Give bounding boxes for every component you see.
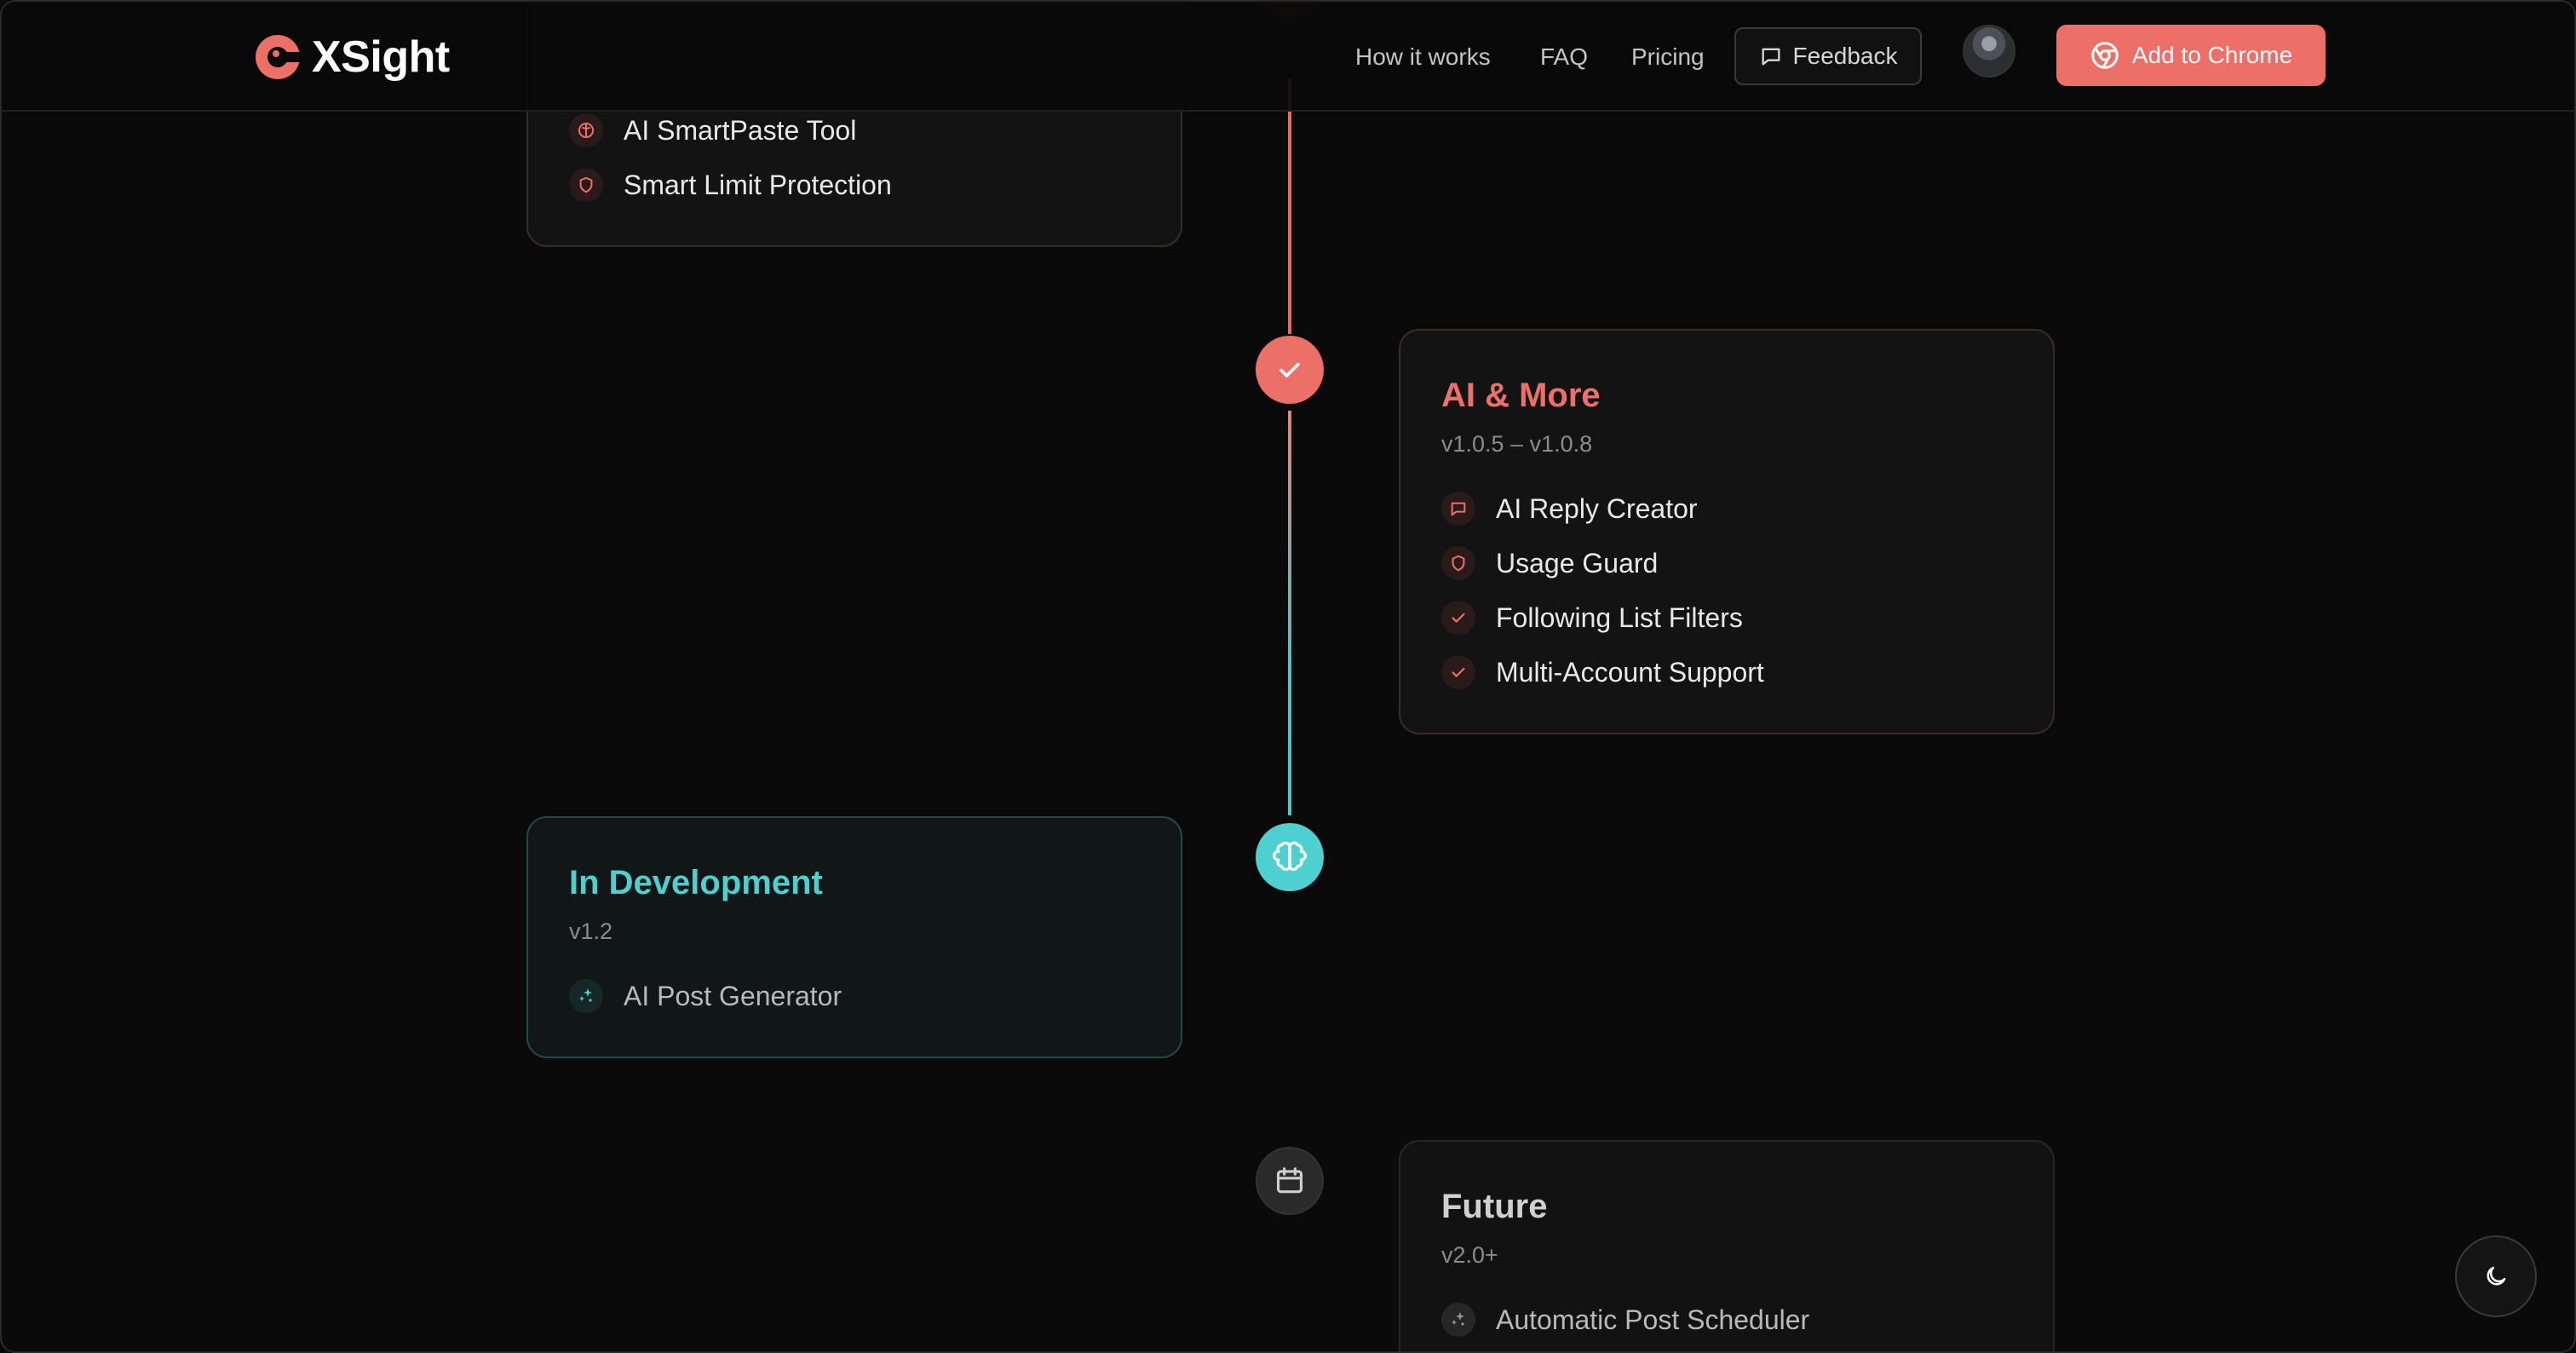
add-to-chrome-button[interactable]: Add to Chrome [2056,25,2326,86]
message-icon [1441,492,1475,526]
shield-icon [569,168,603,202]
timeline-line-progress [1288,411,1291,815]
check-icon [1441,655,1475,689]
card-title: In Development [569,864,823,901]
nav-link-label: How it works [1355,43,1491,70]
add-to-chrome-label: Add to Chrome [2131,42,2293,68]
timeline-line-completed [1288,78,1291,334]
feature-item: Automatic Post Scheduler [1441,1302,1809,1338]
card-title: AI & More [1441,377,1601,414]
feature-label: Smart Limit Protection [624,169,892,200]
moon-icon [2487,1266,2506,1286]
milestone-card-in-development: In Development v1.2 AI Post Generator [526,816,1182,1058]
theme-toggle-button[interactable] [2455,1235,2537,1317]
check-icon [1279,362,1300,377]
feature-label: AI Post Generator [624,980,842,1011]
sparkle-icon [1441,1303,1475,1337]
feature-label: Automatic Post Scheduler [1496,1304,1810,1335]
feature-label: AI Reply Creator [1496,492,1698,524]
timeline-node-in-development [1256,823,1324,891]
brain-icon [1273,841,1307,872]
user-avatar[interactable] [1963,25,2015,78]
feature-label: Usage Guard [1496,547,1659,579]
card-title: Future [1441,1188,1548,1225]
feature-item: Multi-Account Support [1441,654,1764,690]
nav-link-faq[interactable]: FAQ [1540,27,1588,87]
check-icon [1441,601,1475,635]
nav-link-label: Pricing [1631,43,1705,70]
sparkle-icon [569,979,603,1013]
card-version: v1.0.5 – v1.0.8 [1441,431,1593,457]
calendar-icon [1276,1167,1303,1194]
feature-label: Multi-Account Support [1496,656,1764,688]
feature-item: Following List Filters [1441,600,1743,636]
nav-link-how-it-works[interactable]: How it works [1355,27,1491,87]
feature-item: AI Reply Creator [1441,491,1698,527]
feature-label: AI SmartPaste Tool [624,114,857,146]
milestone-card-ai-more: AI & More v1.0.5 – v1.0.8 AI Reply Creat… [1399,329,2055,734]
message-icon [1762,48,1780,66]
feedback-button[interactable]: Feedback [1734,27,1922,85]
logo-icon [256,35,302,79]
nav-link-pricing[interactable]: Pricing [1631,27,1705,87]
feedback-label: Feedback [1792,43,1898,69]
nav-link-label: FAQ [1540,43,1589,70]
timeline-node-future [1256,1147,1324,1215]
chrome-icon [2091,42,2119,69]
page-frame: AI SmartPaste Tool Smart Limit Protectio… [0,0,2576,1353]
feature-item: Usage Guard [1441,545,1658,581]
card-version: v1.2 [569,918,613,944]
feature-item: Smart Limit Protection [569,167,892,203]
timeline-node-complete [1256,336,1324,404]
card-version: v2.0+ [1441,1242,1498,1268]
feature-label: Following List Filters [1496,602,1743,633]
shield-icon [1441,546,1475,580]
site-header: XSight How it works FAQ Pricing Feedback… [2,2,2574,112]
feature-item: AI Post Generator [569,978,842,1014]
brand-logo[interactable]: XSight [254,27,450,87]
feature-item: AI SmartPaste Tool [569,112,856,148]
brand-name: XSight [312,32,450,82]
milestone-card-future: Future v2.0+ Automatic Post Scheduler [1399,1140,2055,1351]
brain-icon [569,113,603,147]
